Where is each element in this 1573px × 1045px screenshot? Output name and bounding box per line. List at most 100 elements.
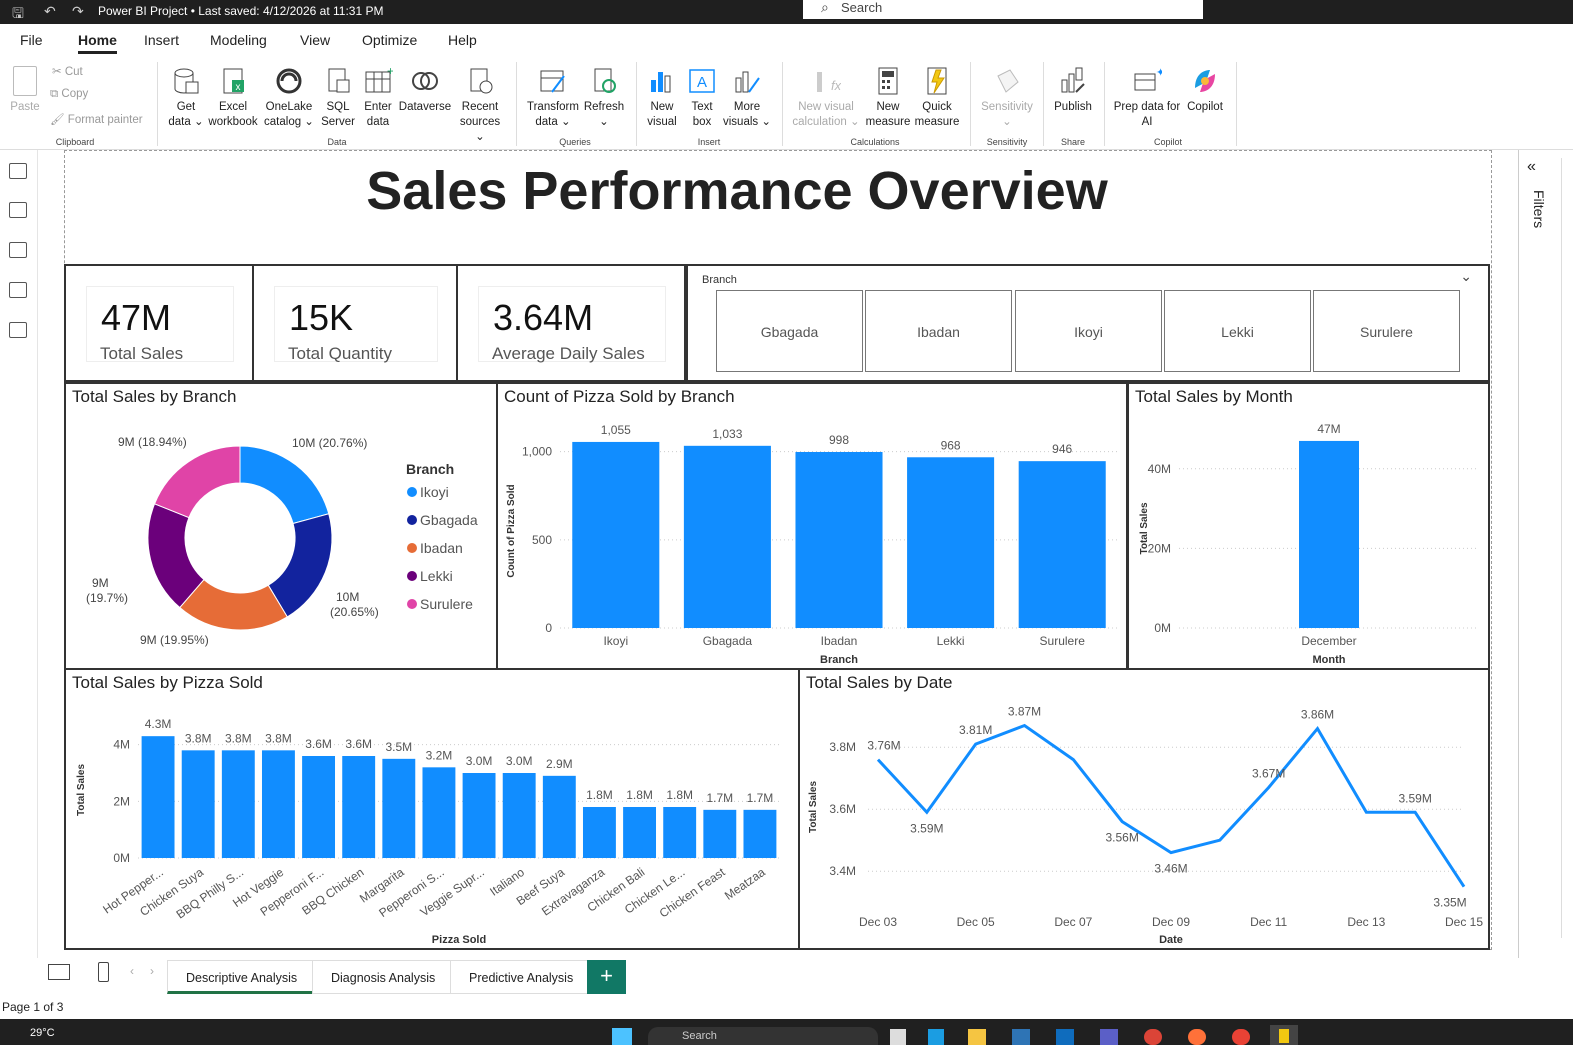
data-label: 3.5M [385,740,412,754]
visual-sales-by-date[interactable]: Total Sales by Date 3.4M 3.6M 3.8M 3.76M 3.5… [798,668,1490,950]
kpi-tile-average-daily-sales[interactable]: 3.64M Average Daily Sales [456,264,686,382]
x-tick-label: Gbagada [703,634,753,648]
mobile-layout-icon[interactable] [98,962,109,982]
table-view-icon[interactable] [9,202,27,218]
menu-home[interactable]: Home [78,32,117,54]
more-visuals-button[interactable]: More visuals ⌄ [722,66,772,130]
redo-icon[interactable]: ↷ [72,3,84,20]
menu-insert[interactable]: Insert [144,32,179,48]
visualizations-pane-edge[interactable] [1561,158,1571,938]
recent-sources-button[interactable]: Recent sources ⌄ [454,66,506,145]
x-tick-label: Dec 07 [1054,915,1092,929]
slicer-option-ibadan[interactable]: Ibadan [865,290,1012,372]
browser-icon[interactable] [1232,1029,1250,1045]
slice-label: (20.65%) [330,605,379,619]
report-view-icon[interactable] [9,163,27,179]
scroll-left-icon[interactable]: ‹ [130,964,134,978]
paste-button[interactable]: Paste [8,66,42,115]
file-explorer-icon[interactable] [968,1029,986,1045]
teams-icon[interactable] [1100,1029,1118,1045]
y-tick-label: 4M [113,738,130,752]
menu-view[interactable]: View [300,32,330,48]
onelake-catalog-button[interactable]: OneLake catalog ⌄ [262,66,316,130]
sql-server-button[interactable]: SQL Server [318,66,358,130]
new-visual-calculation-button[interactable]: fx New visual calculation ⌄ [790,66,862,130]
menu-modeling[interactable]: Modeling [210,32,267,48]
tmdl-view-icon[interactable] [9,322,27,338]
quick-measure-button[interactable]: Quick measure [914,66,960,130]
menu-help[interactable]: Help [448,32,477,48]
group-label-copilot: Copilot [1153,137,1182,147]
slicer-option-lekki[interactable]: Lekki [1164,290,1311,372]
legend-marker [407,571,417,581]
undo-icon[interactable]: ↶ [44,3,56,20]
sensitivity-button[interactable]: Sensitivity ⌄ [978,66,1036,130]
data-label: 3.59M [1398,791,1431,805]
power-bi-taskbar-icon[interactable] [1270,1025,1298,1045]
data-label: 3.81M [959,723,992,737]
calculator-icon [878,67,898,95]
slicer-option-surulere[interactable]: Surulere [1313,290,1460,372]
slicer-option-ikoyi[interactable]: Ikoyi [1015,290,1162,372]
copy-button[interactable]: ⧉ Copy [50,88,88,101]
new-measure-button[interactable]: New measure [864,66,912,130]
database-icon [174,68,199,94]
filters-label[interactable]: Filters [1531,190,1547,228]
kpi-label: Average Daily Sales [492,344,645,363]
visual-sales-by-branch[interactable]: Total Sales by Branch 10M (20.76%) 10M (20… [64,382,498,670]
get-data-button[interactable]: Get data ⌄ [166,66,206,130]
chrome-icon[interactable] [1144,1029,1162,1045]
search-input[interactable]: ⌕ Search [803,0,1203,19]
firefox-icon[interactable] [1188,1029,1206,1045]
kpi-tile-total-quantity[interactable]: 15K Total Quantity [252,264,458,382]
refresh-button[interactable]: Refresh ⌄ [582,66,626,130]
visual-sales-by-month[interactable]: Total Sales by Month 0M 20M 40M 47M December… [1127,382,1490,670]
chevron-down-icon[interactable]: ⌄ [1460,268,1472,285]
model-view-icon[interactable] [9,242,27,258]
data-label: 3.6M [345,737,372,751]
excel-workbook-button[interactable]: x Excel workbook [206,66,260,130]
text-box-button[interactable]: A Text box [684,66,720,130]
menu-file[interactable]: File [20,32,43,48]
cut-button[interactable]: ✂ Cut [52,64,83,78]
menu-optimize[interactable]: Optimize [362,32,417,48]
taskbar-search[interactable]: Search [648,1027,878,1045]
onelake-icon [276,68,302,94]
tab-predictive-analysis[interactable]: Predictive Analysis [450,960,593,994]
slicer-option-gbagada[interactable]: Gbagada [716,290,863,372]
legend-marker [407,487,417,497]
expand-pane-icon[interactable]: « [1527,158,1536,176]
copilot-taskbar-icon[interactable] [928,1029,944,1045]
enter-data-button[interactable]: + Enter data [360,66,396,130]
desktop-layout-icon[interactable] [48,964,70,980]
kpi-tile-total-sales[interactable]: 47M Total Sales [64,264,254,382]
start-icon[interactable] [612,1028,632,1045]
data-label: 1,055 [601,423,631,437]
power-bi-icon [1279,1029,1289,1043]
mail-icon[interactable] [1056,1029,1074,1045]
publish-button[interactable]: Publish [1050,66,1096,115]
copilot-button[interactable]: Copilot [1182,66,1228,115]
tab-diagnosis-analysis[interactable]: Diagnosis Analysis [312,960,455,994]
visual-pizza-count-by-branch[interactable]: Count of Pizza Sold by Branch 0 500 1,000 1… [496,382,1128,670]
dax-query-view-icon[interactable] [9,282,27,298]
window-title[interactable]: Power BI Project • Last saved: 4/12/2026… [98,4,383,18]
bar [302,756,336,858]
dataverse-button[interactable]: Dataverse [398,66,452,115]
bar-chart: 0M 20M 40M 47M December Month Total Sales [1139,422,1479,666]
weather-temperature[interactable]: 29°C [30,1027,55,1039]
visual-sales-by-pizza[interactable]: Total Sales by Pizza Sold 0M 2M 4M 4.3M Hot … [64,668,800,950]
x-tick-label: Lekki [937,634,965,648]
format-painter-button[interactable]: 🖌 Format painter [50,112,143,126]
add-page-button[interactable]: + [587,960,626,994]
scroll-right-icon[interactable]: › [150,964,154,978]
store-icon[interactable] [1012,1029,1030,1045]
transform-data-button[interactable]: Transform data ⌄ [524,66,582,130]
tab-descriptive-analysis[interactable]: Descriptive Analysis [167,960,317,994]
report-title: Sales Performance Overview [366,161,1108,221]
prep-data-for-ai-button[interactable]: ✦ Prep data for AI [1112,66,1182,130]
task-view-icon[interactable] [890,1029,906,1045]
new-visual-button[interactable]: New visual [644,66,680,130]
page-indicator: Page 1 of 3 [2,1000,64,1014]
y-axis-title: Total Sales [1139,502,1150,554]
